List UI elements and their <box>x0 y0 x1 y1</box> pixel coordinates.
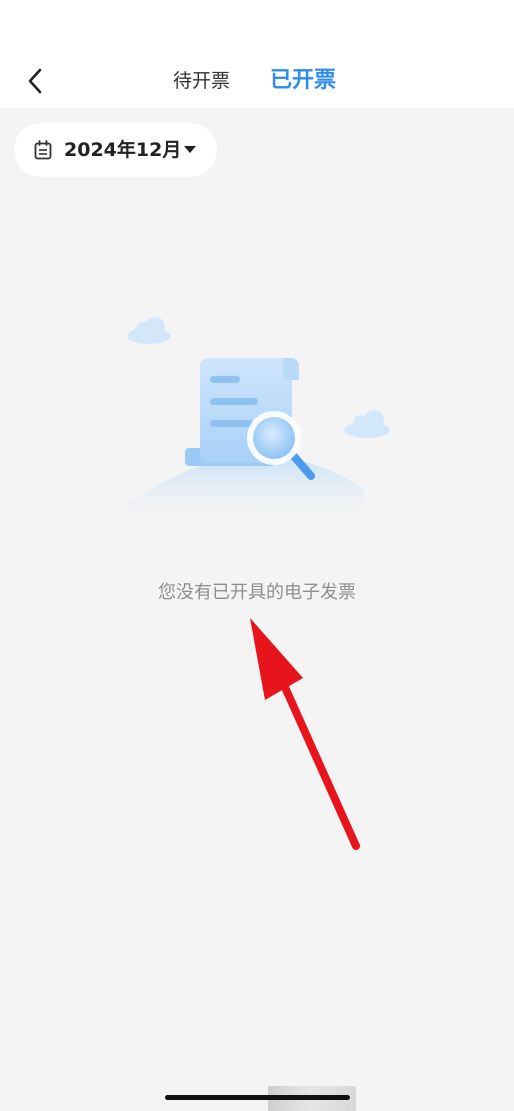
home-indicator[interactable] <box>165 1095 350 1100</box>
empty-state-message: 您没有已开具的电子发票 <box>158 582 356 603</box>
calendar-icon <box>34 140 52 160</box>
cloud-left-icon <box>127 317 171 344</box>
cloud-right-icon <box>344 410 390 438</box>
top-navigation-bar: 待开票 已开票 <box>0 0 514 108</box>
tab-pending-invoices[interactable]: 待开票 <box>173 66 230 96</box>
back-arrow-icon[interactable] <box>22 64 52 98</box>
red-arrow-annotation <box>250 618 360 850</box>
caret-down-icon <box>184 146 196 153</box>
selected-month-label: 2024年12月 <box>64 139 182 161</box>
month-filter-button[interactable]: 2024年12月 <box>14 123 217 177</box>
empty-invoice-illustration <box>125 317 390 525</box>
tab-issued-invoices[interactable]: 已开票 <box>270 66 336 96</box>
